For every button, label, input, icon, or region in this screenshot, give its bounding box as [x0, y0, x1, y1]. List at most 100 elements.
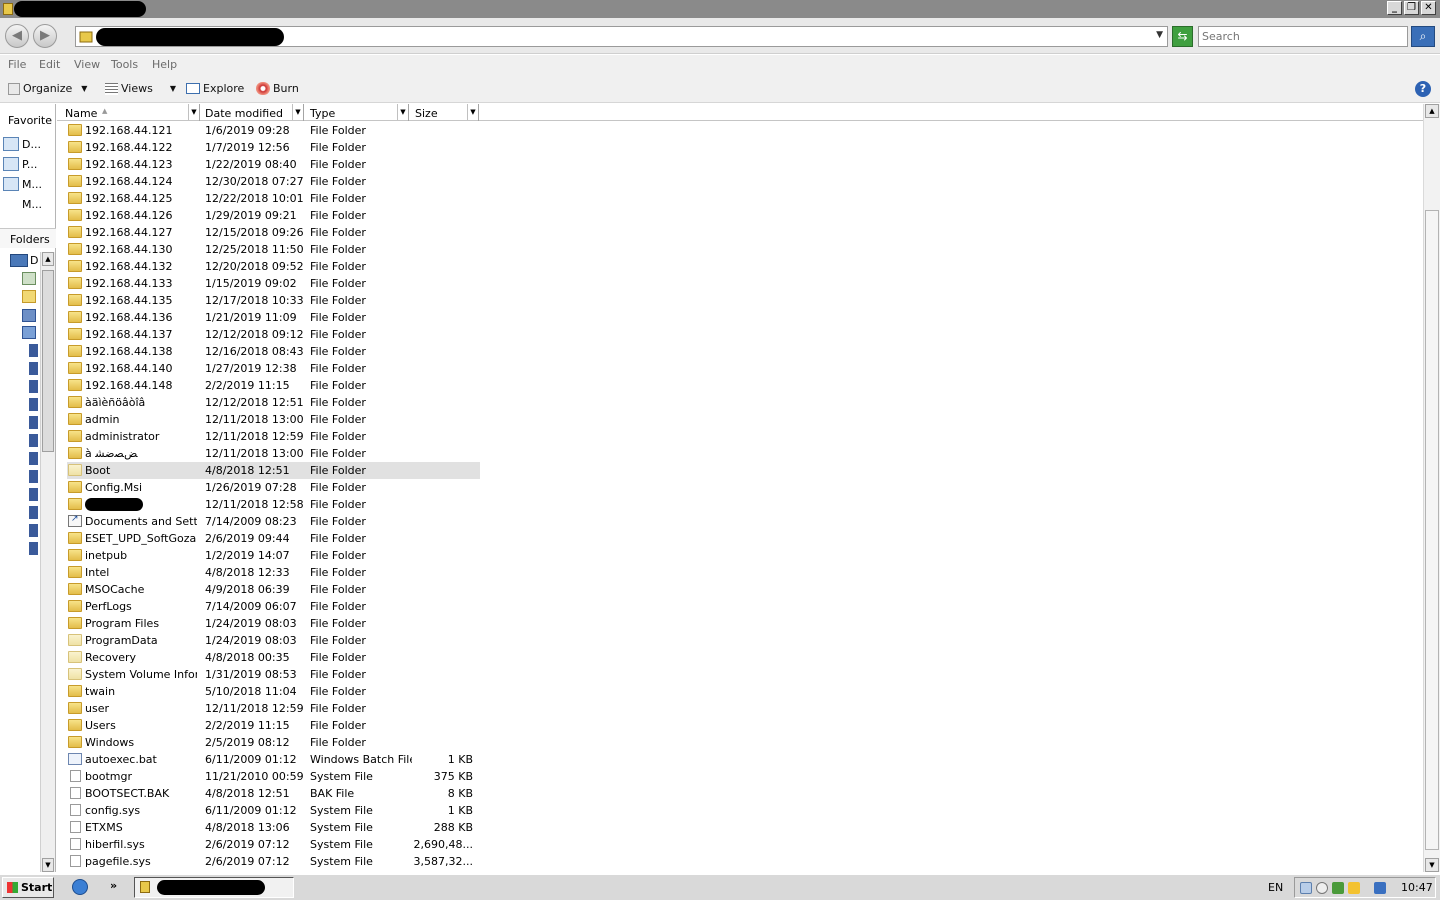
drive-icon[interactable]: [29, 416, 38, 429]
drive-icon[interactable]: [29, 452, 38, 465]
favorite-link-documents[interactable]: D...: [3, 136, 55, 152]
drive-icon[interactable]: [29, 488, 38, 501]
column-header-size[interactable]: Size ▼: [410, 104, 479, 121]
user-folder-icon[interactable]: [22, 272, 36, 285]
file-row[interactable]: Recovery 4/8/2018 00:35 File Folder: [67, 649, 480, 666]
desktop-icon[interactable]: [10, 254, 28, 267]
address-dropdown-icon[interactable]: ▼: [1156, 30, 1163, 40]
favorite-link-music[interactable]: M...: [3, 176, 55, 192]
internet-explorer-icon[interactable]: [72, 879, 88, 895]
file-row[interactable]: config.sys 6/11/2009 01:12 System File 1 KB: [67, 802, 480, 819]
file-row[interactable]: 192.168.44.137 12/12/2018 09:12 File Folde…: [67, 326, 480, 343]
menu-help[interactable]: Help: [152, 58, 177, 71]
file-row[interactable]: Intel 4/8/2018 12:33 File Folder: [67, 564, 480, 581]
security-icon[interactable]: [1374, 882, 1386, 894]
close-button[interactable]: ✕: [1421, 1, 1436, 15]
organize-button[interactable]: Organize ▼: [8, 82, 87, 95]
column-filter-dropdown[interactable]: ▼: [292, 104, 303, 120]
file-row[interactable]: Config.Msi 1/26/2019 07:28 File Folder: [67, 479, 480, 496]
column-filter-dropdown[interactable]: ▼: [188, 104, 199, 120]
explore-button[interactable]: Explore: [186, 82, 244, 95]
warning-icon[interactable]: [1348, 882, 1360, 894]
back-button[interactable]: ◀: [5, 24, 29, 48]
tree-root-label[interactable]: D: [30, 254, 38, 267]
network-status-icon[interactable]: [1300, 882, 1312, 894]
file-row[interactable]: àäìèñöâòîâ 12/12/2018 12:51 File Folder: [67, 394, 480, 411]
file-row[interactable]: ESET_UPD_SoftGozar 2/6/2019 09:44 File Fol…: [67, 530, 480, 547]
scroll-thumb[interactable]: [42, 270, 54, 452]
drive-icon[interactable]: [29, 542, 38, 555]
drive-icon[interactable]: [29, 524, 38, 537]
file-row[interactable]: PerfLogs 7/14/2009 06:07 File Folder: [67, 598, 480, 615]
menu-tools[interactable]: Tools: [111, 58, 138, 71]
file-row[interactable]: 192.168.44.127 12/15/2018 09:26 File Folde…: [67, 224, 480, 241]
drive-icon[interactable]: [29, 380, 38, 393]
drive-icon[interactable]: [29, 434, 38, 447]
file-row[interactable]: Users 2/2/2019 11:15 File Folder: [67, 717, 480, 734]
minimize-button[interactable]: _: [1387, 1, 1402, 15]
file-row[interactable]: pagefile.sys 2/6/2019 07:12 System File 3,5…: [67, 853, 480, 870]
views-button[interactable]: Views ▼: [105, 82, 176, 95]
address-field[interactable]: ▼: [75, 26, 1168, 47]
favorite-link-pictures[interactable]: P...: [3, 156, 55, 172]
computer-icon[interactable]: [22, 309, 36, 322]
scroll-down-arrow[interactable]: ▼: [42, 858, 54, 872]
start-button[interactable]: Start: [2, 877, 54, 898]
file-row[interactable]: twain 5/10/2018 11:04 File Folder: [67, 683, 480, 700]
file-row[interactable]: inetpub 1/2/2019 14:07 File Folder: [67, 547, 480, 564]
file-row[interactable]: 192.168.44.124 12/30/2018 07:27 File Folde…: [67, 173, 480, 190]
file-row[interactable]: Windows 2/5/2019 08:12 File Folder: [67, 734, 480, 751]
search-icon[interactable]: ⌕: [1411, 26, 1435, 47]
file-row[interactable]: 192.168.44.140 1/27/2019 12:38 File Folder: [67, 360, 480, 377]
drive-icon[interactable]: [29, 470, 38, 483]
restore-button[interactable]: ❐: [1404, 1, 1419, 15]
file-row[interactable]: System Volume Infor... 1/31/2019 08:53 Fil…: [67, 666, 480, 683]
drive-icon[interactable]: [29, 506, 38, 519]
file-row[interactable]: BOOTSECT.BAK 4/8/2018 12:51 BAK File 8 KB: [67, 785, 480, 802]
scroll-up-arrow[interactable]: ▲: [42, 252, 54, 266]
menu-file[interactable]: File: [8, 58, 26, 71]
file-row[interactable]: Documents and Setti... 7/14/2009 08:23 Fil…: [67, 513, 480, 530]
file-row[interactable]: user 12/11/2018 12:59 File Folder: [67, 700, 480, 717]
file-row[interactable]: bootmgr 11/21/2010 00:59 System File 375 KB: [67, 768, 480, 785]
drive-icon[interactable]: [29, 362, 38, 375]
file-row[interactable]: admin 12/11/2018 13:00 File Folder: [67, 411, 480, 428]
file-row[interactable]: 192.168.44.136 1/21/2019 11:09 File Folder: [67, 309, 480, 326]
file-row[interactable]: Program Files 1/24/2019 08:03 File Folder: [67, 615, 480, 632]
file-row[interactable]: 192.168.44.130 12/25/2018 11:50 File Folde…: [67, 241, 480, 258]
file-row[interactable]: 192.168.44.123 1/22/2019 08:40 File Folder: [67, 156, 480, 173]
file-row[interactable]: 192.168.44.138 12/16/2018 08:43 File Folde…: [67, 343, 480, 360]
help-icon[interactable]: ?: [1415, 81, 1431, 97]
quick-launch-more-icon[interactable]: »: [110, 879, 117, 892]
drive-icon[interactable]: [29, 344, 38, 357]
column-filter-dropdown[interactable]: ▼: [467, 104, 478, 120]
file-row[interactable]: ETXMS 4/8/2018 13:06 System File 288 KB: [67, 819, 480, 836]
file-row[interactable]: 192.168.44.125 12/22/2018 10:01 File Folde…: [67, 190, 480, 207]
disc-icon[interactable]: [1316, 882, 1328, 894]
folder-icon[interactable]: [22, 290, 36, 303]
column-header-date[interactable]: Date modified ▼: [200, 104, 304, 121]
file-row[interactable]: autoexec.bat 6/11/2009 01:12 Windows Batch…: [67, 751, 480, 768]
language-indicator[interactable]: EN: [1268, 881, 1283, 894]
file-row[interactable]: 192.168.44.132 12/20/2018 09:52 File Folde…: [67, 258, 480, 275]
file-row[interactable]: ProgramData 1/24/2019 08:03 File Folder: [67, 632, 480, 649]
search-input[interactable]: [1198, 26, 1408, 47]
folders-header[interactable]: Folders: [0, 228, 56, 248]
file-list-scrollbar[interactable]: ▲ ▼: [1423, 104, 1440, 872]
column-header-type[interactable]: Type ▼: [305, 104, 409, 121]
file-row[interactable]: hiberfil.sys 2/6/2019 07:12 System File 2,6…: [67, 836, 480, 853]
network-icon[interactable]: [22, 326, 36, 339]
drive-icon[interactable]: [29, 398, 38, 411]
favorite-link-more[interactable]: M...: [3, 196, 55, 212]
clock[interactable]: 10:47: [1401, 881, 1433, 894]
column-filter-dropdown[interactable]: ▼: [397, 104, 408, 120]
file-row[interactable]: 192.168.44.133 1/15/2019 09:02 File Folder: [67, 275, 480, 292]
file-row[interactable]: 192.168.44.126 1/29/2019 09:21 File Folder: [67, 207, 480, 224]
update-icon[interactable]: [1332, 882, 1344, 894]
taskbar-window-explorer[interactable]: [134, 877, 294, 898]
file-row[interactable]: MSOCache 4/9/2018 06:39 File Folder: [67, 581, 480, 598]
file-row[interactable]: 12/11/2018 12:58 File Folder: [67, 496, 480, 513]
tree-scrollbar[interactable]: ▲ ▼: [40, 252, 55, 872]
file-row[interactable]: 192.168.44.135 12/17/2018 10:33 File Folde…: [67, 292, 480, 309]
file-row[interactable]: à ﺾﺼﺿﺸ 12/11/2018 13:00 File Folder: [67, 445, 480, 462]
